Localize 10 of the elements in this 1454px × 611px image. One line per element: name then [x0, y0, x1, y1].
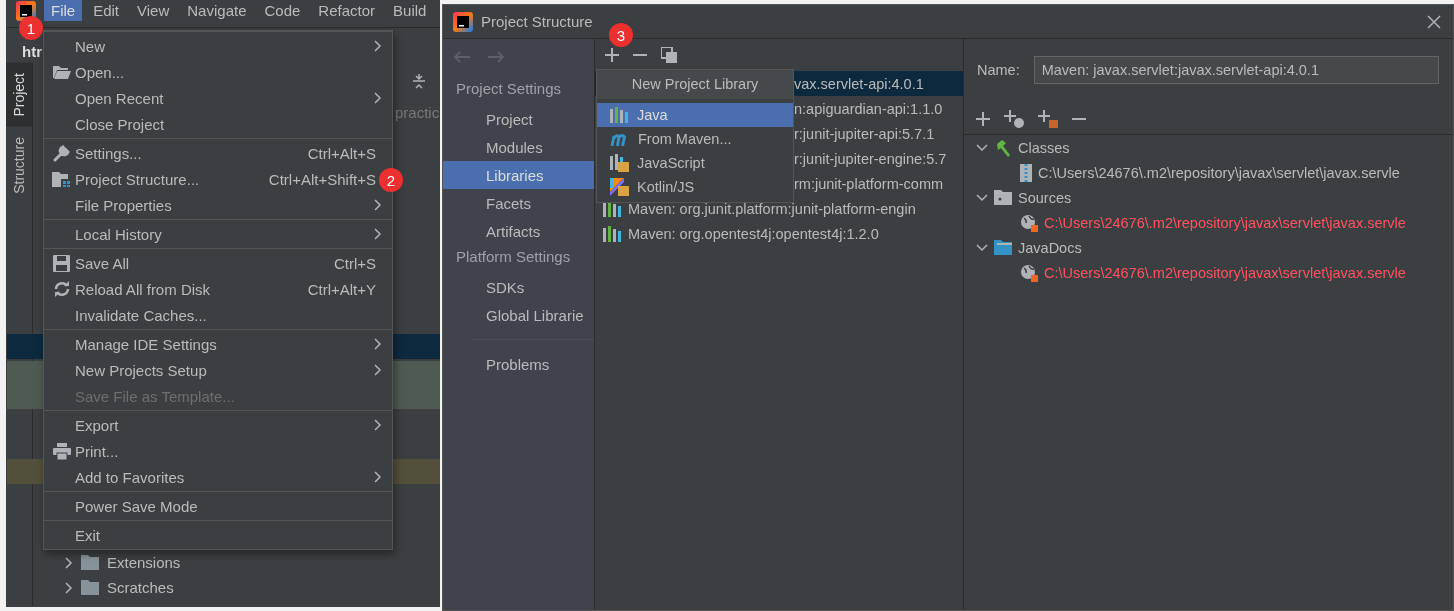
section-header: Platform Settings	[455, 247, 572, 267]
section-header: Project Settings	[455, 79, 563, 99]
shortcut-text: Ctrl+Alt+Y	[307, 280, 376, 298]
shortcut-text: Ctrl+Alt+S	[307, 144, 376, 162]
dialog-title: Project Structure	[481, 13, 594, 30]
shortcut-text: Ctrl+Alt+Shift+S	[268, 170, 376, 188]
name-label: Name:	[977, 62, 1020, 78]
shortcut-text: Ctrl+S	[333, 254, 376, 272]
popup-title: New Project Library	[597, 70, 793, 99]
path-text: practic	[395, 104, 440, 121]
